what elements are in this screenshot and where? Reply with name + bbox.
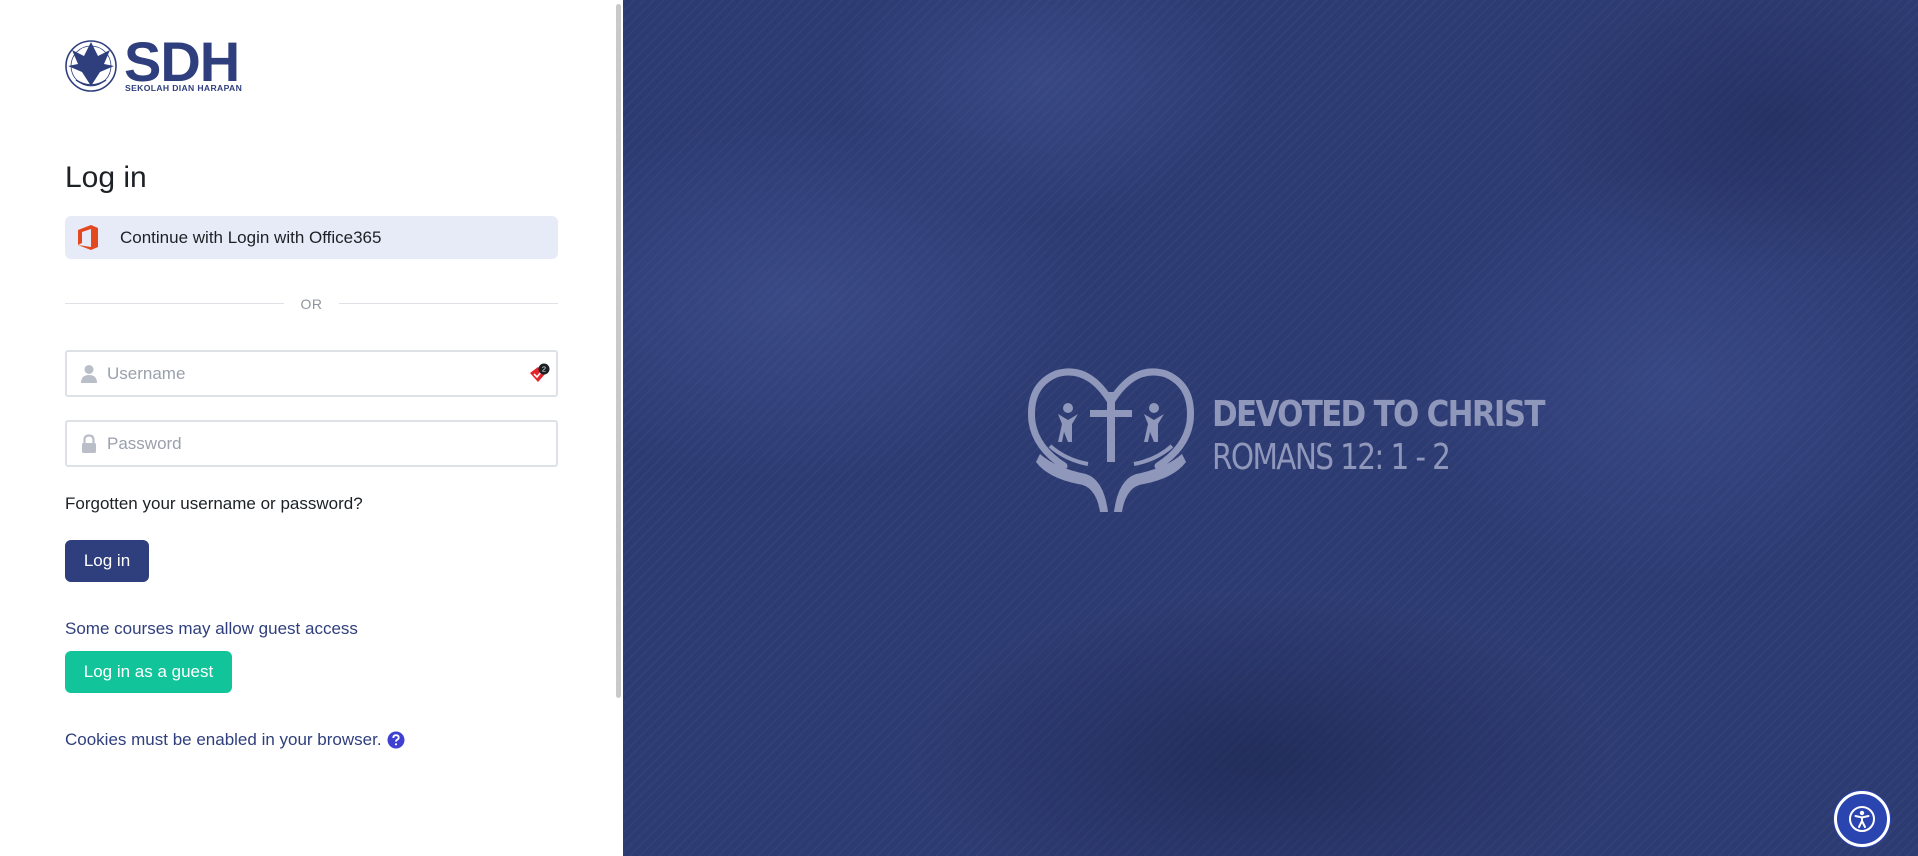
office365-icon [78, 225, 98, 250]
logo-wordmark: SDH [124, 30, 240, 93]
accessibility-button[interactable] [1834, 791, 1890, 847]
username-input[interactable] [107, 352, 507, 395]
page-title: Log in [65, 161, 147, 194]
lock-icon [82, 434, 96, 453]
password-field [65, 420, 558, 467]
eagle-emblem-icon [65, 40, 117, 92]
password-input[interactable] [107, 422, 507, 465]
password-manager-icon[interactable]: 2 [528, 363, 550, 385]
guest-login-button[interactable]: Log in as a guest [65, 651, 232, 693]
school-logo: SDH SEKOLAH DIAN HARAPAN [64, 30, 254, 96]
login-panel: SDH SEKOLAH DIAN HARAPAN Log in Continue… [0, 0, 623, 856]
motto-verse: ROMANS 12: 1 - 2 [1212, 437, 1451, 478]
motto-title: DEVOTED TO CHRIST [1212, 394, 1545, 435]
hero-panel: DEVOTED TO CHRIST ROMANS 12: 1 - 2 [623, 0, 1918, 856]
login-button[interactable]: Log in [65, 540, 149, 582]
scrollbar-thumb[interactable] [616, 4, 621, 698]
office365-login-button[interactable]: Continue with Login with Office365 [65, 216, 558, 259]
forgot-password-link[interactable]: Forgotten your username or password? [65, 494, 363, 514]
or-divider: OR [65, 294, 558, 314]
divider-text: OR [300, 296, 323, 312]
guest-access-text: Some courses may allow guest access [65, 619, 358, 638]
question-circle-icon[interactable] [387, 731, 405, 749]
username-field: 2 [65, 350, 558, 397]
office365-login-label: Continue with Login with Office365 [120, 228, 382, 247]
user-icon [81, 365, 97, 383]
scrollbar[interactable] [614, 0, 623, 700]
cookies-notice: Cookies must be enabled in your browser. [65, 730, 382, 749]
accessibility-person-icon [1849, 806, 1875, 832]
divider-line-right [339, 303, 558, 304]
password-manager-badge: 2 [542, 365, 546, 374]
logo-subtitle: SEKOLAH DIAN HARAPAN [125, 83, 243, 93]
heart-cross-hands-icon [1028, 368, 1194, 512]
motto-block: DEVOTED TO CHRIST ROMANS 12: 1 - 2 [1026, 362, 1545, 514]
